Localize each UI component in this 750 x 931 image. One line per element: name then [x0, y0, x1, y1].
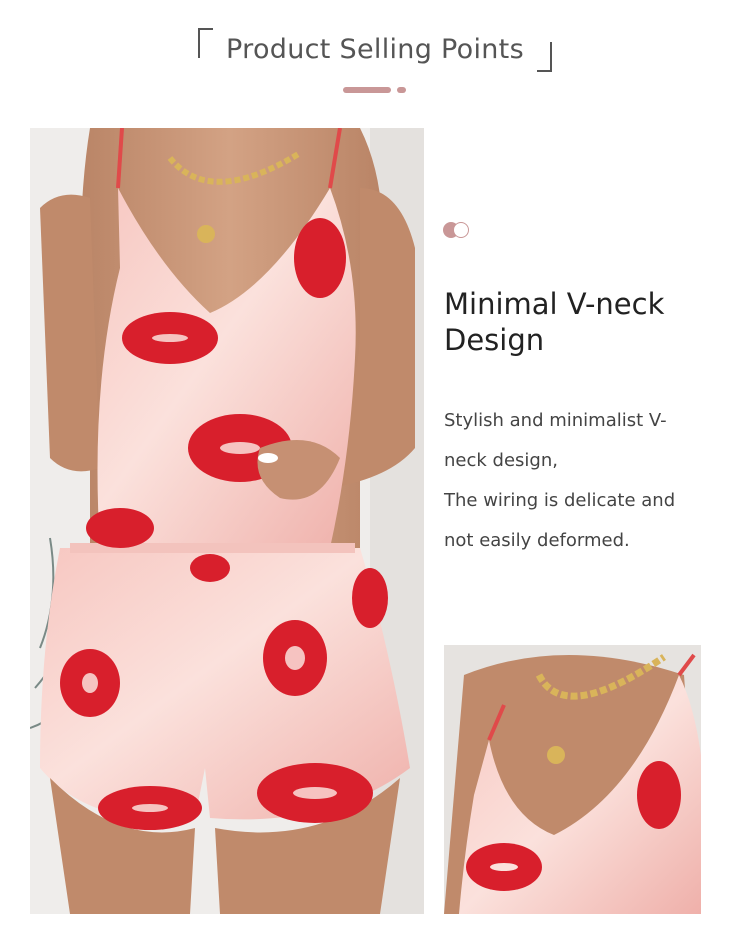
product-main-image: [30, 128, 424, 914]
header-title-wrap: Product Selling Points: [196, 26, 554, 74]
bracket-left-decoration: [198, 28, 214, 58]
feature-indicator: [443, 222, 473, 240]
feature-title: Minimal V-neck Design: [444, 287, 665, 357]
feature-description-line: neck design,: [444, 450, 558, 471]
page-title: Product Selling Points: [226, 34, 524, 65]
section-header: Product Selling Points: [0, 26, 750, 74]
accent-dot-divider: [397, 87, 406, 93]
indicator-dot-outline: [453, 222, 469, 238]
feature-description: Stylish and minimalist V- neck design, T…: [444, 401, 684, 561]
feature-description-line: Stylish and minimalist V-: [444, 410, 667, 431]
bracket-right-decoration: [536, 42, 552, 72]
feature-description-line: The wiring is delicate and: [444, 490, 676, 511]
accent-bar-divider: [343, 87, 391, 93]
feature-description-line: not easily deformed.: [444, 530, 630, 551]
product-detail-image: [444, 645, 701, 914]
